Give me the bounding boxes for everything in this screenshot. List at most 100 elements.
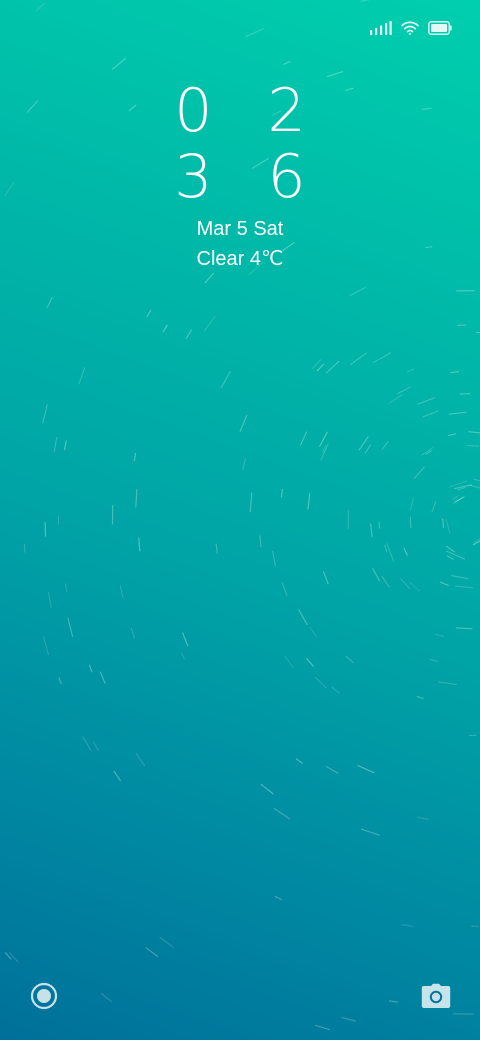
star-trail bbox=[130, 627, 135, 639]
star-trail bbox=[8, 951, 19, 963]
star-trail bbox=[331, 686, 340, 694]
star-trail bbox=[309, 626, 317, 638]
star-trail bbox=[445, 518, 451, 534]
star-trail bbox=[357, 764, 375, 774]
star-trail bbox=[307, 493, 311, 510]
target-shortcut-button[interactable] bbox=[28, 980, 60, 1012]
star-trail bbox=[448, 411, 467, 415]
star-trail bbox=[435, 633, 444, 637]
star-trail bbox=[162, 324, 168, 333]
star-trail bbox=[272, 550, 276, 567]
status-bar bbox=[370, 14, 452, 42]
star-trail bbox=[326, 71, 344, 78]
star-trail bbox=[473, 478, 480, 482]
star-trail bbox=[450, 371, 460, 374]
star-trail bbox=[64, 583, 68, 592]
star-trail bbox=[397, 386, 411, 395]
star-trail bbox=[47, 591, 52, 609]
star-trail bbox=[475, 331, 480, 334]
wifi-icon bbox=[401, 21, 419, 35]
star-trail bbox=[111, 57, 127, 70]
star-trail bbox=[239, 414, 248, 432]
star-trail bbox=[283, 61, 291, 65]
star-trail bbox=[417, 816, 429, 820]
clock-minutes: 3 6 bbox=[174, 142, 324, 212]
star-trail bbox=[364, 444, 372, 454]
star-trail bbox=[135, 489, 138, 508]
star-trail bbox=[381, 441, 389, 450]
star-trail bbox=[78, 367, 86, 385]
star-trail bbox=[439, 581, 449, 587]
star-trail bbox=[370, 523, 373, 538]
star-trail bbox=[345, 655, 354, 664]
star-trail bbox=[133, 452, 137, 462]
star-trail bbox=[63, 440, 67, 451]
star-trail bbox=[445, 545, 455, 553]
star-trail bbox=[409, 497, 415, 511]
star-trail bbox=[42, 636, 50, 656]
star-trail bbox=[181, 652, 185, 660]
star-trail bbox=[319, 431, 328, 447]
star-trail bbox=[448, 433, 456, 436]
star-trail bbox=[381, 575, 390, 588]
star-trail bbox=[372, 352, 392, 364]
star-trail bbox=[314, 676, 327, 689]
star-trail bbox=[316, 363, 325, 372]
star-trail bbox=[296, 758, 303, 764]
star-trail bbox=[372, 568, 381, 582]
star-trail bbox=[401, 923, 414, 928]
star-trail bbox=[46, 297, 53, 308]
star-trail bbox=[325, 765, 339, 774]
star-trail bbox=[409, 581, 420, 592]
star-trail bbox=[442, 518, 445, 528]
star-trail bbox=[249, 492, 253, 513]
camera-shortcut-button[interactable] bbox=[420, 980, 452, 1012]
star-trail bbox=[280, 488, 283, 498]
star-trail bbox=[384, 544, 388, 553]
star-trail bbox=[360, 0, 371, 2]
star-trail bbox=[417, 397, 436, 405]
star-trail bbox=[438, 681, 458, 686]
star-trail bbox=[349, 287, 366, 297]
star-trail bbox=[349, 352, 367, 366]
star-trail bbox=[220, 370, 231, 388]
battery-icon bbox=[428, 21, 452, 35]
star-trail bbox=[99, 671, 106, 684]
star-trail bbox=[215, 543, 218, 555]
star-trail bbox=[413, 466, 425, 479]
star-trail bbox=[88, 664, 93, 673]
weather-text: Clear 4℃ bbox=[196, 248, 284, 270]
star-trail bbox=[273, 807, 291, 820]
star-trail bbox=[113, 770, 122, 782]
star-trail bbox=[259, 534, 262, 548]
star-trail bbox=[242, 458, 246, 470]
star-trail bbox=[455, 627, 473, 630]
star-trail bbox=[204, 272, 215, 284]
date-text: Mar 5 Sat bbox=[196, 218, 284, 240]
camera-icon bbox=[421, 983, 451, 1008]
star-trail bbox=[466, 445, 480, 447]
star-trail bbox=[42, 404, 48, 424]
star-trail bbox=[92, 741, 99, 751]
star-trail bbox=[416, 695, 424, 699]
star-trail bbox=[35, 2, 46, 12]
star-trail bbox=[306, 657, 314, 667]
target-icon bbox=[30, 982, 58, 1010]
star-trail bbox=[58, 677, 62, 685]
star-trail bbox=[274, 895, 283, 901]
star-trail bbox=[341, 1016, 356, 1022]
star-trail bbox=[406, 368, 415, 373]
star-trail bbox=[298, 609, 308, 626]
star-trail bbox=[67, 617, 74, 638]
star-trail bbox=[145, 947, 158, 958]
star-trail bbox=[245, 27, 265, 38]
star-trail bbox=[325, 360, 340, 374]
star-trail bbox=[299, 431, 308, 446]
star-trail bbox=[185, 329, 193, 339]
star-trail bbox=[455, 585, 474, 589]
star-trail bbox=[320, 443, 329, 461]
clock-hours: 0 2 bbox=[174, 76, 324, 146]
star-trail bbox=[446, 555, 454, 560]
star-trail bbox=[182, 632, 189, 647]
star-trail bbox=[138, 537, 141, 552]
